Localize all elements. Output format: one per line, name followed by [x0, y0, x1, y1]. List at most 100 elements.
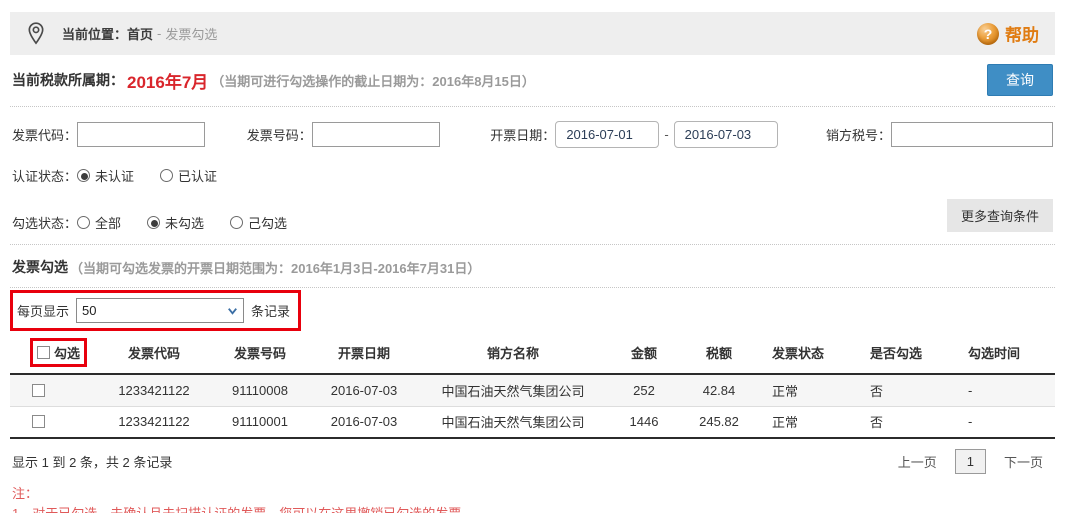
- tax-period-value: 2016年7月: [127, 72, 209, 92]
- radio-icon[interactable]: [77, 216, 91, 229]
- row-checkbox[interactable]: [32, 383, 45, 397]
- page-number-button[interactable]: 1: [954, 449, 986, 474]
- check-option-all[interactable]: 全部: [77, 213, 121, 232]
- cell-status: 正常: [758, 374, 856, 407]
- per-page-label: 每页显示: [17, 304, 70, 319]
- cell-invoice-number: 91110008: [210, 374, 310, 407]
- auth-status-row: 认证状态： 未认证 已认证: [10, 166, 1055, 185]
- prev-page-link[interactable]: 上一页: [898, 452, 937, 471]
- table-row: 1233421122 91110008 2016-07-03 中国石油天然气集团公司 2…: [10, 374, 1055, 407]
- invoice-number-label: 发票号码：: [246, 128, 312, 143]
- date-from-input[interactable]: [555, 121, 660, 148]
- invoice-table: 勾选 发票代码 发票号码 开票日期 销方名称 金额 税额 发票状态 是否勾选 勾…: [10, 333, 1055, 439]
- seller-tax-label: 销方税号：: [825, 128, 891, 143]
- date-to-input[interactable]: [673, 121, 778, 148]
- cell-is-checked: 否: [856, 374, 954, 407]
- header-status: 发票状态: [758, 333, 856, 375]
- header-check: 勾选: [54, 346, 81, 361]
- breadcrumb-separator: -: [157, 26, 162, 41]
- seller-tax-input[interactable]: [891, 122, 1053, 147]
- cell-invoice-code: 1233421122: [98, 374, 210, 407]
- location-pin-icon: [26, 21, 46, 47]
- section-title: 发票勾选: [12, 259, 68, 275]
- breadcrumb-page: 发票勾选: [165, 27, 218, 42]
- header-invoice-number: 发票号码: [210, 333, 310, 375]
- cell-invoice-date: 2016-07-03: [310, 374, 418, 407]
- cell-amount: 1446: [608, 406, 680, 439]
- cell-check: [10, 406, 98, 439]
- breadcrumb-current: 当前位置：首页: [62, 27, 154, 42]
- table-row: 1233421122 91110001 2016-07-03 中国石油天然气集团公司 1…: [10, 406, 1055, 439]
- invoice-date-label: 开票日期：: [490, 128, 556, 143]
- row-checkbox[interactable]: [32, 415, 45, 429]
- per-page-select[interactable]: 50: [76, 298, 245, 323]
- invoice-code-input[interactable]: [77, 122, 206, 147]
- section-header: 发票勾选 （当期可勾选发票的开票日期范围为：2016年1月3日-2016年7月3…: [10, 245, 1055, 288]
- chevron-down-icon: [228, 308, 237, 315]
- page: 当前位置：首页 - 发票勾选 ? 帮助 当前税款所属期： 2016年7月 （当期…: [0, 0, 1065, 513]
- tax-period-bar: 当前税款所属期： 2016年7月 （当期可进行勾选操作的截止日期为：2016年8…: [10, 55, 1055, 107]
- auth-option-label: 已认证: [178, 169, 218, 184]
- cell-check-time: -: [954, 374, 1055, 407]
- note-line-1: 1、对于已勾选、未确认且未扫描认证的发票，您可以在这里撤销已勾选的发票。: [12, 504, 1053, 513]
- per-page-value: 50: [82, 303, 97, 318]
- pagination-bar: 显示 1 到 2 条，共 2 条记录 上一页 1 下一页: [10, 439, 1055, 482]
- check-column-highlight-box: 勾选: [30, 338, 88, 367]
- date-range-dash: -: [664, 127, 669, 142]
- notes-title: 注：: [12, 486, 39, 501]
- header-tax: 税额: [680, 333, 758, 375]
- radio-icon[interactable]: [160, 169, 174, 182]
- check-option-label: 全部: [95, 216, 122, 231]
- check-status-row: 勾选状态： 全部 未勾选 己勾选 更多查询条件: [10, 199, 1055, 245]
- cell-is-checked: 否: [856, 406, 954, 439]
- select-all-checkbox[interactable]: [37, 346, 50, 359]
- per-page-suffix: 条记录: [251, 304, 291, 319]
- filter-inputs-row: 发票代码： 发票号码： 开票日期： - 销方税号：: [10, 121, 1055, 148]
- header-invoice-date: 开票日期: [310, 333, 418, 375]
- header-is-checked: 是否勾选: [856, 333, 954, 375]
- query-button[interactable]: 查询: [987, 64, 1053, 96]
- cell-tax: 245.82: [680, 406, 758, 439]
- per-page-highlight-box: 每页显示 50 条记录: [10, 290, 302, 331]
- check-status-label: 勾选状态：: [12, 216, 78, 231]
- header-seller-name: 销方名称: [418, 333, 608, 375]
- cell-seller-name: 中国石油天然气集团公司: [418, 406, 608, 439]
- cell-tax: 42.84: [680, 374, 758, 407]
- cell-invoice-date: 2016-07-03: [310, 406, 418, 439]
- help-icon: ?: [977, 22, 999, 45]
- check-option-checked[interactable]: 己勾选: [230, 213, 287, 232]
- cell-check-time: -: [954, 406, 1055, 439]
- check-option-label: 己勾选: [248, 216, 288, 231]
- results-summary: 显示 1 到 2 条，共 2 条记录: [12, 455, 173, 470]
- auth-option-label: 未认证: [95, 169, 135, 184]
- tax-period-label: 当前税款所属期：: [12, 72, 124, 88]
- breadcrumb-bar: 当前位置：首页 - 发票勾选 ? 帮助: [10, 12, 1055, 55]
- notes-block: 注： 1、对于已勾选、未确认且未扫描认证的发票，您可以在这里撤销已勾选的发票。 …: [10, 482, 1055, 513]
- cell-check: [10, 374, 98, 407]
- auth-status-label: 认证状态：: [12, 169, 78, 184]
- radio-icon[interactable]: [230, 216, 244, 229]
- more-conditions-button[interactable]: 更多查询条件: [946, 199, 1053, 232]
- header-check-time: 勾选时间: [954, 333, 1055, 375]
- invoice-table-body: 1233421122 91110008 2016-07-03 中国石油天然气集团公司 2…: [10, 374, 1055, 439]
- cell-invoice-number: 91110001: [210, 406, 310, 439]
- auth-option-unauthenticated[interactable]: 未认证: [77, 166, 134, 185]
- next-page-link[interactable]: 下一页: [1004, 452, 1043, 471]
- check-option-label: 未勾选: [165, 216, 205, 231]
- radio-icon[interactable]: [77, 169, 91, 182]
- table-header-row: 勾选 发票代码 发票号码 开票日期 销方名称 金额 税额 发票状态 是否勾选 勾…: [10, 333, 1055, 375]
- cell-invoice-code: 1233421122: [98, 406, 210, 439]
- auth-option-authenticated[interactable]: 已认证: [160, 166, 217, 185]
- cell-seller-name: 中国石油天然气集团公司: [418, 374, 608, 407]
- tax-period-deadline: （当期可进行勾选操作的截止日期为：2016年8月15日）: [211, 73, 535, 89]
- radio-icon[interactable]: [147, 216, 161, 229]
- header-amount: 金额: [608, 333, 680, 375]
- help-button[interactable]: ? 帮助: [977, 21, 1039, 46]
- check-option-unchecked[interactable]: 未勾选: [147, 213, 204, 232]
- cell-status: 正常: [758, 406, 856, 439]
- invoice-code-label: 发票代码：: [12, 128, 78, 143]
- header-invoice-code: 发票代码: [98, 333, 210, 375]
- invoice-number-input[interactable]: [311, 122, 440, 147]
- cell-amount: 252: [608, 374, 680, 407]
- section-subtitle: （当期可勾选发票的开票日期范围为：2016年1月3日-2016年7月31日）: [70, 260, 481, 276]
